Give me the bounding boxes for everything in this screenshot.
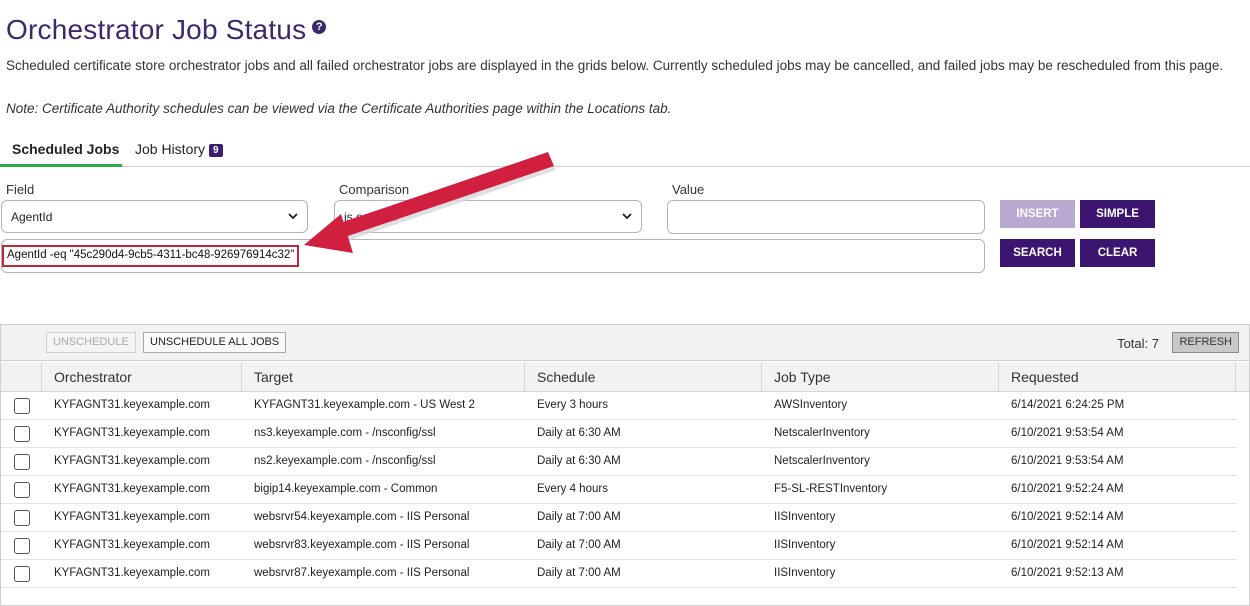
page-description: Scheduled certificate store orchestrator…	[6, 58, 1224, 73]
tab-bar: Scheduled Jobs Job History 9	[0, 131, 1250, 167]
comparison-select[interactable]: is equal to	[334, 200, 642, 233]
cell-job-type: NetscalerInventory	[774, 427, 870, 439]
cell-target: KYFAGNT31.keyexample.com - US West 2	[254, 399, 475, 411]
cell-job-type: IISInventory	[774, 539, 836, 551]
cell-target: ns2.keyexample.com - /nsconfig/ssl	[254, 455, 436, 467]
grid-header: Orchestrator Target Schedule Job Type Re…	[1, 362, 1249, 392]
cell-orchestrator: KYFAGNT31.keyexample.com	[54, 539, 210, 551]
cell-job-type: AWSInventory	[774, 399, 848, 411]
field-select[interactable]: AgentId	[1, 200, 308, 233]
cell-schedule: Daily at 7:00 AM	[537, 511, 621, 523]
cell-requested: 6/10/2021 9:52:13 AM	[1011, 567, 1124, 579]
page-note: Note: Certificate Authority schedules ca…	[6, 101, 672, 116]
cell-schedule: Daily at 7:00 AM	[537, 567, 621, 579]
tab-label: Scheduled Jobs	[12, 141, 120, 157]
field-label: Field	[6, 182, 35, 197]
cell-schedule: Daily at 6:30 AM	[537, 455, 621, 467]
column-header-orchestrator[interactable]: Orchestrator	[41, 362, 241, 392]
page-header: Orchestrator Job Status ?	[6, 14, 327, 46]
total-count: Total: 7	[1117, 336, 1159, 351]
cell-target: bigip14.keyexample.com - Common	[254, 483, 438, 495]
scheduled-jobs-grid: UNSCHEDULE UNSCHEDULE ALL JOBS Total: 7 …	[0, 324, 1250, 606]
cell-target: websrvr87.keyexample.com - IIS Personal	[254, 567, 470, 579]
table-row[interactable]: KYFAGNT31.keyexample.com websrvr83.keyex…	[1, 532, 1237, 560]
unschedule-button[interactable]: UNSCHEDULE	[46, 332, 136, 353]
row-checkbox[interactable]	[14, 538, 30, 554]
cell-requested: 6/10/2021 9:53:54 AM	[1011, 455, 1124, 467]
column-header-schedule[interactable]: Schedule	[524, 362, 761, 392]
cell-schedule: Every 4 hours	[537, 483, 608, 495]
cell-orchestrator: KYFAGNT31.keyexample.com	[54, 567, 210, 579]
clear-button[interactable]: CLEAR	[1080, 239, 1155, 267]
chevron-down-icon	[288, 213, 298, 220]
row-checkbox[interactable]	[14, 566, 30, 582]
column-header-target[interactable]: Target	[241, 362, 524, 392]
comparison-select-value: is equal to	[344, 210, 399, 224]
column-header-requested[interactable]: Requested	[998, 362, 1236, 392]
page-title: Orchestrator Job Status	[6, 14, 307, 45]
chevron-down-icon	[622, 213, 632, 220]
cell-schedule: Daily at 6:30 AM	[537, 427, 621, 439]
cell-job-type: IISInventory	[774, 511, 836, 523]
cell-requested: 6/14/2021 6:24:25 PM	[1011, 399, 1125, 411]
cell-requested: 6/10/2021 9:52:14 AM	[1011, 511, 1124, 523]
cell-job-type: IISInventory	[774, 567, 836, 579]
cell-target: websrvr83.keyexample.com - IIS Personal	[254, 539, 470, 551]
grid-toolbar: UNSCHEDULE UNSCHEDULE ALL JOBS Total: 7 …	[1, 325, 1249, 361]
cell-orchestrator: KYFAGNT31.keyexample.com	[54, 511, 210, 523]
row-checkbox[interactable]	[14, 398, 30, 414]
row-checkbox[interactable]	[14, 510, 30, 526]
cell-target: websrvr54.keyexample.com - IIS Personal	[254, 511, 470, 523]
comparison-label: Comparison	[339, 182, 410, 197]
cell-orchestrator: KYFAGNT31.keyexample.com	[54, 427, 210, 439]
table-row[interactable]: KYFAGNT31.keyexample.com ns2.keyexample.…	[1, 448, 1237, 476]
table-row[interactable]: KYFAGNT31.keyexample.com websrvr87.keyex…	[1, 560, 1237, 588]
select-column-header	[1, 362, 41, 392]
help-icon[interactable]: ?	[312, 20, 327, 34]
tab-scheduled-jobs[interactable]: Scheduled Jobs	[0, 131, 122, 167]
value-input[interactable]	[667, 200, 985, 234]
value-label: Value	[672, 182, 705, 197]
simple-button[interactable]: SIMPLE	[1080, 200, 1155, 228]
row-checkbox[interactable]	[14, 482, 30, 498]
field-select-value: AgentId	[11, 210, 53, 224]
cell-requested: 6/10/2021 9:52:24 AM	[1011, 483, 1124, 495]
cell-job-type: NetscalerInventory	[774, 455, 870, 467]
cell-orchestrator: KYFAGNT31.keyexample.com	[54, 483, 210, 495]
cell-requested: 6/10/2021 9:52:14 AM	[1011, 539, 1124, 551]
cell-orchestrator: KYFAGNT31.keyexample.com	[54, 455, 210, 467]
row-checkbox[interactable]	[14, 426, 30, 442]
cell-job-type: F5-SL-RESTInventory	[774, 483, 888, 495]
refresh-button[interactable]: REFRESH	[1172, 332, 1239, 353]
unschedule-all-button[interactable]: UNSCHEDULE ALL JOBS	[143, 332, 287, 353]
cell-schedule: Every 3 hours	[537, 399, 608, 411]
table-row[interactable]: KYFAGNT31.keyexample.com ns3.keyexample.…	[1, 420, 1237, 448]
job-history-count-badge: 9	[209, 144, 223, 157]
query-text-highlighted: AgentId -eq "45c290d4-9cb5-4311-bc48-926…	[2, 245, 300, 267]
table-row[interactable]: KYFAGNT31.keyexample.com websrvr54.keyex…	[1, 504, 1237, 532]
cell-schedule: Daily at 7:00 AM	[537, 539, 621, 551]
table-row[interactable]: KYFAGNT31.keyexample.com bigip14.keyexam…	[1, 476, 1237, 504]
tab-label: Job History	[135, 141, 206, 157]
column-header-job-type[interactable]: Job Type	[761, 362, 998, 392]
search-button[interactable]: SEARCH	[1000, 239, 1075, 267]
cell-target: ns3.keyexample.com - /nsconfig/ssl	[254, 427, 436, 439]
insert-button[interactable]: INSERT	[1000, 200, 1075, 228]
row-checkbox[interactable]	[14, 454, 30, 470]
tab-job-history[interactable]: Job History 9	[135, 131, 223, 167]
cell-requested: 6/10/2021 9:53:54 AM	[1011, 427, 1124, 439]
cell-orchestrator: KYFAGNT31.keyexample.com	[54, 399, 210, 411]
table-row[interactable]: KYFAGNT31.keyexample.com KYFAGNT31.keyex…	[1, 392, 1237, 420]
